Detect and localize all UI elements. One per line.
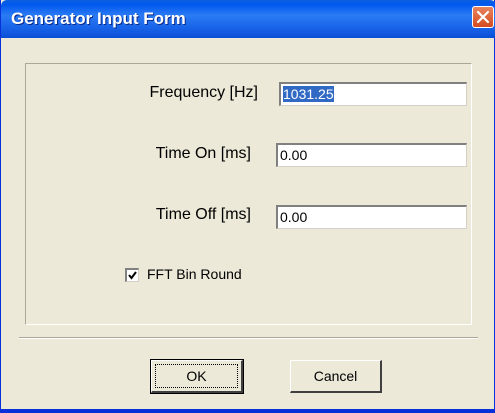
frequency-value: 1031.25 [283, 86, 334, 102]
ok-button[interactable]: OK [150, 359, 244, 394]
fft-bin-round-checkbox[interactable] [125, 268, 139, 282]
frequency-input[interactable]: 1031.25 [279, 82, 467, 106]
window-bottom-border [1, 409, 495, 413]
time-off-input[interactable]: 0.00 [276, 205, 467, 229]
close-icon [476, 10, 490, 24]
frequency-label: Frequency [Hz] [149, 84, 258, 101]
cancel-button[interactable]: Cancel [290, 360, 382, 393]
cancel-button-label: Cancel [313, 368, 358, 384]
time-on-value: 0.00 [280, 147, 308, 163]
title-bar[interactable]: Generator Input Form [1, 0, 495, 38]
time-on-input[interactable]: 0.00 [276, 143, 467, 167]
checkmark-icon [128, 271, 137, 280]
time-off-value: 0.00 [280, 209, 308, 225]
fft-bin-round-label: FFT Bin Round [147, 266, 242, 282]
window-title: Generator Input Form [11, 9, 186, 28]
time-on-label: Time On [ms] [155, 145, 251, 162]
close-button[interactable] [472, 6, 494, 28]
time-off-label: Time Off [ms] [155, 206, 251, 223]
dialog-window: Generator Input Form Frequency [Hz] 1031… [0, 0, 495, 413]
focus-ring [155, 364, 238, 388]
button-separator [19, 337, 478, 339]
